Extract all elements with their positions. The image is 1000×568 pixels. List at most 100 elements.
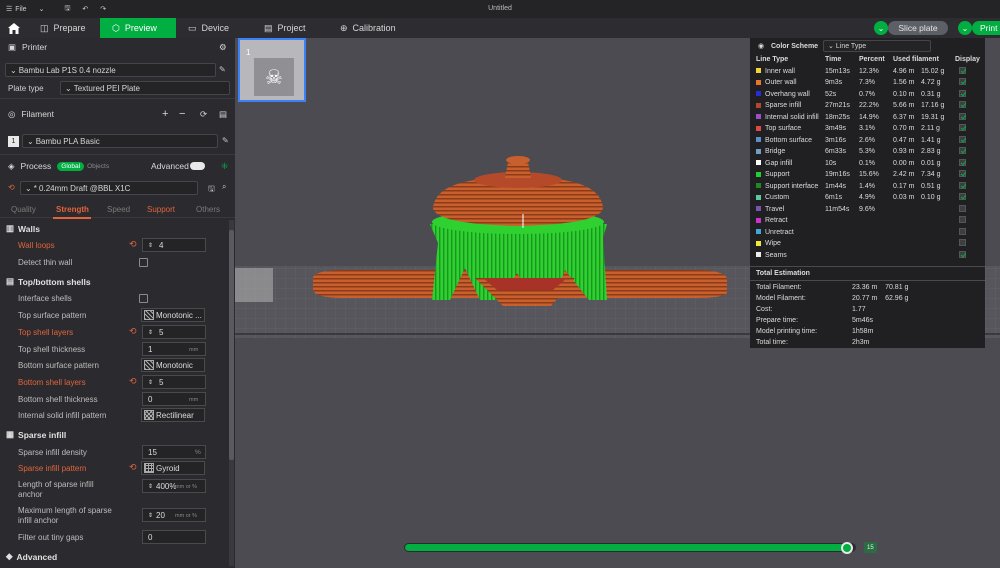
tab-prepare[interactable]: ◫ Prepare <box>28 18 100 38</box>
wall-loops-input[interactable]: ⇕ 4 <box>142 238 206 252</box>
display-checkbox[interactable] <box>959 193 966 201</box>
display-checkbox[interactable] <box>959 112 966 120</box>
scrollbar-thumb[interactable] <box>229 230 234 460</box>
top-surface-pattern-select[interactable]: Monotonic ... <box>141 308 205 322</box>
reset-icon[interactable]: ⟲ <box>129 239 137 250</box>
tab-calibration[interactable]: ⊕ Calibration <box>328 18 408 38</box>
plate-type-select[interactable]: ⌄ Textured PEI Plate <box>60 81 230 95</box>
sparse-density-input[interactable]: 15% <box>142 445 206 459</box>
sparse-pattern-select[interactable]: Gyroid <box>141 461 205 475</box>
legend-display <box>953 238 982 250</box>
save-preset-icon[interactable]: 🖫 <box>208 183 215 197</box>
top-shell-layers-input[interactable]: ⇕ 5 <box>142 325 206 339</box>
stepper-icon[interactable]: ⇕ <box>148 512 153 519</box>
display-checkbox[interactable] <box>959 66 966 74</box>
legend-percent: 0.1% <box>859 159 875 167</box>
legend-line-type: Inner wall <box>754 66 823 78</box>
filament-settings-icon[interactable]: ▤ <box>219 109 227 120</box>
display-checkbox[interactable] <box>959 158 966 166</box>
anchor-length-label-line1: Length of sparse infill <box>18 480 94 489</box>
tab-quality[interactable]: Quality <box>11 205 36 214</box>
edit-icon[interactable]: ✎ <box>219 65 226 74</box>
filament-slot-badge[interactable]: 1 <box>8 136 19 147</box>
tab-preview[interactable]: ⬡ Preview <box>100 18 176 38</box>
tab-device[interactable]: ▭ Device <box>176 18 252 38</box>
legend-display <box>953 192 982 204</box>
plate-thumbnail[interactable]: 1 ☠ <box>238 38 306 102</box>
tab-project[interactable]: ▤ Project <box>252 18 328 38</box>
global-toggle[interactable]: Global <box>57 161 85 171</box>
display-checkbox[interactable] <box>959 227 966 235</box>
objects-toggle[interactable]: Objects <box>87 163 109 170</box>
add-icon[interactable]: + <box>162 108 168 120</box>
display-checkbox[interactable] <box>959 250 966 258</box>
home-icon[interactable] <box>0 18 28 38</box>
print-dropdown-icon[interactable]: ⌄ <box>958 21 972 35</box>
settings-sidebar: ▣ Printer ⚙ ⌄ Bambu Lab P1S 0.4 nozzle ✎… <box>0 38 235 568</box>
display-checkbox[interactable] <box>959 78 966 86</box>
stepper-icon[interactable]: ⇕ <box>148 242 153 249</box>
bottom-shell-thickness-input[interactable]: 0 mm <box>142 392 206 406</box>
internal-solid-infill-select[interactable]: Rectilinear <box>141 408 205 422</box>
stepper-icon[interactable]: ⇕ <box>148 379 153 386</box>
filter-tiny-gaps-input[interactable]: 0 <box>142 530 206 544</box>
printer-select[interactable]: ⌄ Bambu Lab P1S 0.4 nozzle <box>5 63 216 77</box>
save-icon[interactable]: 🖫 <box>58 4 76 15</box>
display-checkbox[interactable] <box>959 170 966 178</box>
sync-icon[interactable]: ⟳ <box>200 109 207 120</box>
gear-icon[interactable]: ⚙ <box>219 42 227 53</box>
display-checkbox[interactable] <box>959 124 966 132</box>
compare-icon[interactable]: ⁜ <box>221 161 228 172</box>
display-checkbox[interactable] <box>959 239 966 247</box>
display-checkbox[interactable] <box>959 135 966 143</box>
file-menu[interactable]: ☰ File <box>0 5 33 14</box>
display-checkbox[interactable] <box>959 216 966 224</box>
bottom-shell-layers-input[interactable]: ⇕ 5 <box>142 375 206 389</box>
display-checkbox[interactable] <box>959 147 966 155</box>
search-icon[interactable]: ⌕ <box>222 182 226 192</box>
max-anchor-length-input[interactable]: ⇕ 20 mm or % <box>142 508 206 522</box>
tab-support[interactable]: Support <box>147 205 175 214</box>
bottom-shell-layers-label: Bottom shell layers <box>18 378 86 387</box>
calibration-icon: ⊕ <box>340 22 348 33</box>
display-checkbox[interactable] <box>959 89 966 97</box>
edit-icon[interactable]: ✎ <box>222 136 229 145</box>
layer-slider-track[interactable] <box>404 543 856 552</box>
process-preset-select[interactable]: ⌄ * 0.24mm Draft @BBL X1C <box>20 181 198 195</box>
bottom-surface-pattern-select[interactable]: Monotonic <box>141 358 205 372</box>
tab-strength[interactable]: Strength <box>56 205 89 214</box>
display-checkbox[interactable] <box>959 101 966 109</box>
stepper-icon[interactable]: ⇕ <box>148 483 153 490</box>
advanced-switch[interactable] <box>190 162 205 170</box>
detect-thin-wall-checkbox[interactable] <box>139 258 148 267</box>
undo-icon[interactable]: ↶ <box>76 5 94 13</box>
reset-icon[interactable]: ⟲ <box>8 183 15 192</box>
color-scheme-select[interactable]: ⌄ Line Type <box>823 40 931 52</box>
reset-icon[interactable]: ⟲ <box>129 462 137 473</box>
reset-icon[interactable]: ⟲ <box>129 326 137 337</box>
display-checkbox[interactable] <box>959 204 966 212</box>
interface-shells-checkbox[interactable] <box>139 294 148 303</box>
anchor-length-input[interactable]: ⇕ 400% mm or % <box>142 479 206 493</box>
top-shell-thickness-input[interactable]: 1 mm <box>142 342 206 356</box>
active-tab-underline <box>53 217 91 219</box>
redo-icon[interactable]: ↷ <box>94 5 112 13</box>
sidebar-scrollbar[interactable] <box>229 220 234 566</box>
pattern-icon <box>144 410 154 420</box>
legend-line-type: Unretract <box>754 227 823 239</box>
slice-dropdown-icon[interactable]: ⌄ <box>874 21 888 35</box>
display-checkbox[interactable] <box>959 181 966 189</box>
advanced-section-title: ◆ Advanced <box>6 551 58 562</box>
chevron-down-icon[interactable]: ⌄ <box>33 5 51 13</box>
stepper-icon[interactable]: ⇕ <box>148 329 153 336</box>
print-button[interactable]: Print <box>972 21 1000 35</box>
legend-time: 3m49s <box>825 125 847 133</box>
legend-display <box>953 204 982 216</box>
slice-plate-button[interactable]: Slice plate <box>888 21 948 35</box>
tab-others[interactable]: Others <box>196 205 220 214</box>
reset-icon[interactable]: ⟲ <box>129 376 137 387</box>
filament-select[interactable]: ⌄ Bambu PLA Basic <box>22 134 218 148</box>
color-swatch-icon <box>756 125 761 131</box>
tab-speed[interactable]: Speed <box>107 205 130 214</box>
remove-icon[interactable]: − <box>179 108 185 120</box>
